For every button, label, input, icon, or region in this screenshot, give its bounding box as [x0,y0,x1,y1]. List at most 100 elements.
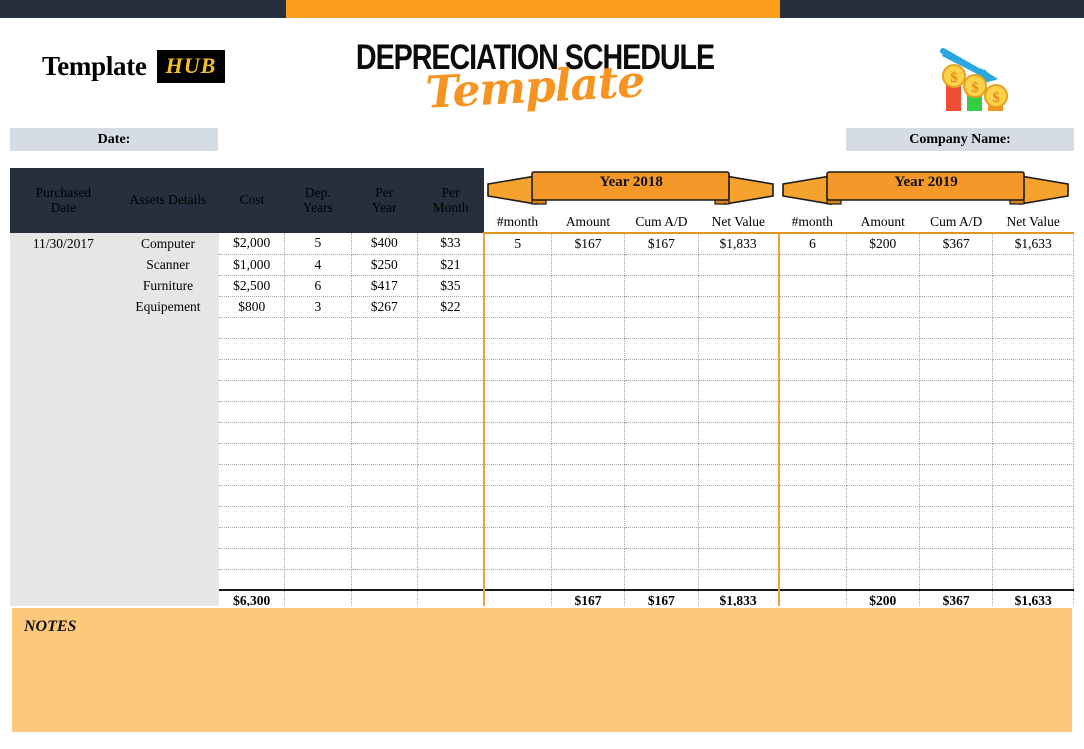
cell-2019-month[interactable] [777,506,847,528]
cell-2019-cum-ad[interactable] [919,506,994,528]
cell-per-year[interactable] [351,569,418,591]
cell-2019-month[interactable] [777,548,847,570]
cell-2019-month[interactable] [777,464,847,486]
table-row[interactable]: Scanner $1,000 4 $250 $21 [10,254,1074,276]
cell-2018-amount[interactable] [551,527,626,549]
cell-dep-years[interactable] [284,380,352,402]
cell-2018-amount[interactable] [551,338,626,360]
cell-2019-net-value[interactable] [992,548,1074,570]
cell-asset[interactable]: Scanner [116,254,220,275]
cell-asset[interactable]: Equipement [116,296,220,317]
cell-2018-net-value[interactable] [698,443,780,465]
cell-2019-net-value[interactable] [992,422,1074,444]
cell-2018-amount[interactable] [551,506,626,528]
cell-dep-years[interactable]: 3 [284,296,352,318]
cell-purchased-date[interactable]: 11/30/2017 [10,233,117,254]
cell-purchased-date[interactable] [10,296,117,317]
cell-2018-amount[interactable] [551,569,626,591]
cell-2019-net-value[interactable] [992,254,1074,276]
cell-2018-net-value[interactable] [698,464,780,486]
cell-2019-month[interactable] [777,317,847,339]
cell-2019-amount[interactable] [846,296,920,318]
cell-2019-net-value[interactable] [992,338,1074,360]
cell-per-year[interactable] [351,485,418,507]
cell-2018-month[interactable] [482,401,552,423]
cell-asset[interactable] [116,380,220,401]
cell-2018-amount[interactable] [551,422,626,444]
cell-2019-net-value[interactable] [992,506,1074,528]
cell-cost[interactable] [219,506,286,528]
cell-2018-net-value[interactable] [698,422,780,444]
cell-cost[interactable]: $2,500 [219,275,286,297]
cell-purchased-date[interactable] [10,443,117,464]
cell-cost[interactable] [219,443,286,465]
cell-2019-amount[interactable] [846,548,920,570]
cell-2019-month[interactable] [777,359,847,381]
cell-2018-month[interactable] [482,506,552,528]
cell-2019-net-value[interactable] [992,443,1074,465]
cell-purchased-date[interactable] [10,548,117,569]
cell-asset[interactable] [116,359,220,380]
cell-purchased-date[interactable] [10,485,117,506]
cell-per-year[interactable]: $400 [351,233,418,255]
cell-2019-amount[interactable] [846,527,920,549]
cell-2018-net-value[interactable] [698,338,780,360]
cell-per-month[interactable] [417,317,485,339]
cell-2018-cum-ad[interactable] [624,527,699,549]
table-row[interactable]: Furniture $2,500 6 $417 $35 [10,275,1074,297]
cell-asset[interactable] [116,548,220,569]
cell-2018-cum-ad[interactable] [624,296,699,318]
cell-2018-net-value[interactable] [698,401,780,423]
cell-2018-net-value[interactable] [698,317,780,339]
cell-2019-cum-ad[interactable] [919,548,994,570]
cell-2019-amount[interactable] [846,359,920,381]
table-row[interactable] [10,527,1074,549]
cell-2018-amount[interactable] [551,359,626,381]
cell-2019-cum-ad[interactable] [919,422,994,444]
cell-cost[interactable] [219,338,286,360]
cell-2018-month[interactable] [482,296,552,318]
cell-purchased-date[interactable] [10,401,117,422]
cell-2019-month[interactable] [777,296,847,318]
cell-2019-month[interactable]: 6 [777,233,847,255]
table-row[interactable]: Equipement $800 3 $267 $22 [10,296,1074,318]
cell-asset[interactable] [116,401,220,422]
cell-2019-cum-ad[interactable] [919,443,994,465]
cell-per-month[interactable]: $35 [417,275,485,297]
cell-asset[interactable] [116,569,220,590]
cell-2019-month[interactable] [777,254,847,276]
cell-per-year[interactable] [351,359,418,381]
cell-per-month[interactable] [417,548,485,570]
cell-2019-month[interactable] [777,338,847,360]
cell-dep-years[interactable] [284,485,352,507]
cell-per-month[interactable]: $33 [417,233,485,255]
cell-asset[interactable]: Furniture [116,275,220,296]
cell-dep-years[interactable] [284,506,352,528]
cell-dep-years[interactable] [284,359,352,381]
cell-2018-amount[interactable] [551,254,626,276]
cell-purchased-date[interactable] [10,380,117,401]
cell-2019-net-value[interactable] [992,485,1074,507]
cell-2018-amount[interactable] [551,317,626,339]
table-row[interactable] [10,506,1074,528]
cell-2019-cum-ad[interactable]: $367 [919,233,994,255]
cell-2019-net-value[interactable]: $1,633 [992,233,1074,255]
cell-2019-net-value[interactable] [992,527,1074,549]
cell-purchased-date[interactable] [10,359,117,380]
cell-2018-net-value[interactable] [698,527,780,549]
cell-per-year[interactable] [351,422,418,444]
cell-2019-cum-ad[interactable] [919,275,994,297]
cell-cost[interactable]: $2,000 [219,233,286,255]
cell-cost[interactable]: $800 [219,296,286,318]
cell-2018-net-value[interactable] [698,548,780,570]
cell-2019-amount[interactable] [846,254,920,276]
cell-2018-amount[interactable] [551,485,626,507]
cell-2019-month[interactable] [777,527,847,549]
cell-2019-cum-ad[interactable] [919,317,994,339]
table-row[interactable] [10,317,1074,339]
cell-2019-amount[interactable] [846,569,920,591]
table-row[interactable] [10,401,1074,423]
cell-per-month[interactable] [417,506,485,528]
cell-2019-month[interactable] [777,569,847,591]
table-row[interactable]: 11/30/2017 Computer $2,000 5 $400 $33 5 $167 $16… [10,233,1074,255]
